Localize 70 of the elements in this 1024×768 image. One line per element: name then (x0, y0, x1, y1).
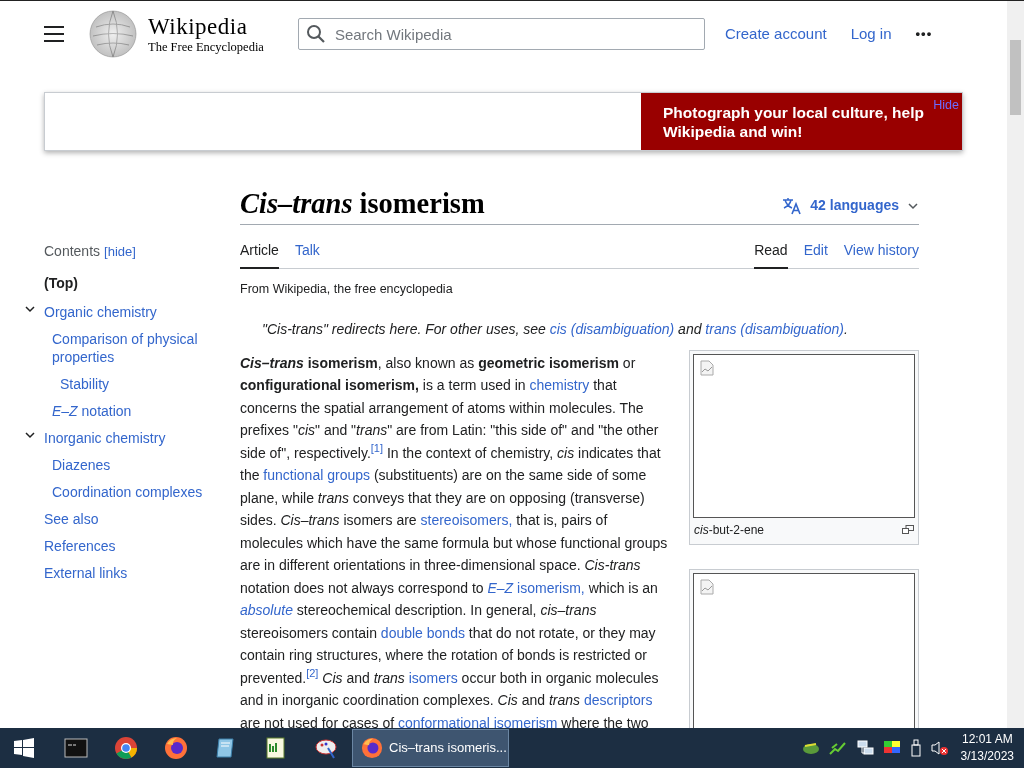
logo-tagline: The Free Encyclopedia (148, 40, 264, 54)
toc-item[interactable]: E–Z notation (52, 397, 212, 424)
article-title: Cis–trans isomerism (240, 187, 485, 221)
article-tab[interactable]: Article (240, 240, 279, 269)
clock-time[interactable]: 12:01 AM (961, 731, 1013, 748)
toc-item[interactable]: Coordination complexes (52, 478, 212, 505)
clock-date[interactable]: 3/13/2023 (960, 748, 1014, 765)
text-link[interactable]: stereoisomers, (420, 512, 513, 529)
signal-icon[interactable] (828, 740, 847, 756)
speaker-muted-icon[interactable] (930, 740, 949, 756)
header-link[interactable]: Create account (724, 22, 827, 46)
broken-image-icon (700, 359, 714, 376)
figure-caption: cis-but-2-ene (694, 521, 765, 539)
search-field[interactable]: Search Wikipedia (297, 18, 705, 50)
terminal-icon[interactable] (64, 736, 88, 760)
scrollbar[interactable] (1007, 1, 1024, 728)
text-link[interactable]: isomers (408, 669, 458, 686)
translate-icon (782, 196, 803, 215)
reference-link[interactable]: [1] (370, 442, 383, 455)
palette-icon[interactable] (314, 736, 338, 760)
firefox-icon[interactable] (164, 736, 188, 760)
network-globe-icon[interactable] (801, 740, 820, 756)
text-link[interactable]: chemistry (529, 377, 590, 394)
scrollbar-thumb[interactable] (1010, 40, 1021, 115)
toc-item[interactable]: Organic chemistry (44, 298, 157, 325)
article-tab[interactable]: Edit (803, 240, 828, 268)
search-icon (305, 24, 326, 44)
toc-item[interactable]: Diazenes (52, 451, 212, 478)
windows-start-icon[interactable] (14, 738, 34, 758)
text-link[interactable]: descriptors (584, 692, 653, 709)
toc-item[interactable]: (Top) (44, 269, 78, 296)
logo-wordmark[interactable]: Wikipedia (148, 14, 264, 38)
article-tab[interactable]: View history (843, 240, 919, 268)
header-link[interactable]: Log in (850, 22, 892, 46)
languages-button[interactable]: 42 languages (782, 195, 919, 216)
enlarge-icon[interactable] (902, 525, 914, 535)
chrome-icon[interactable] (114, 736, 138, 760)
more-menu-button[interactable]: ••• (915, 24, 933, 44)
article-paragraph: Cis–trans isomerism, also known as geometric isomerism or configurational isomerism, is a term used in chemistry that concerns the spatial arrangement of atoms within molecules. The prefixes "cis" and "trans" are from Latin: "this side of" and "the other side of", respectively.$^{[1]}$ In the context of chemistry, cis indicates that the functional groups (substituents) are on the same side of some plane, while trans conveys that they are on opposing (transverse) sides. Cis–trans isomers are stereoisomers, that is, pairs of molecules which have the same formula but whose functional groups are in different orientations in three-dimensional space. Cis-trans notation does not always correspond to E–Z isomerism, which is an absolute stereochemical description. In general, cis–trans stereoisomers contain double bonds that do not rotate, or they may contain ring structures, where the rotation of bonds is restricted or prevented.$^{[2]}$ Cis and trans isomers occur both in organic molecules and in inorganic coordination complexes. Cis and trans descriptors are not used for cases of conformational isomerism where the two (240, 353, 668, 728)
hide-toc-link[interactable]: [hide] (104, 242, 136, 262)
article-tab[interactable]: Talk (294, 240, 320, 268)
text-link[interactable]: E–Z isomerism, (487, 579, 585, 596)
banner-message[interactable]: Photograph your local culture, help Wikipedia and win! (663, 102, 931, 141)
taskbar-window-button[interactable]: Cis–trans isomeris... (352, 729, 509, 767)
menu-icon[interactable] (44, 26, 64, 42)
chevron-icon[interactable] (24, 429, 36, 441)
text-link[interactable]: cis (disambiguation) (549, 320, 675, 337)
chevron-icon[interactable] (24, 303, 36, 315)
hatnote: "Cis-trans" redirects here. For other uses, see cis (disambiguation) and trans (disambiguation). (261, 319, 849, 339)
toc-item[interactable]: Inorganic chemistry (44, 424, 166, 451)
article-tab[interactable]: Read (754, 240, 788, 269)
text-link[interactable]: absolute (240, 602, 293, 619)
notepad-icon[interactable] (264, 736, 288, 760)
tagline: From Wikipedia, the free encyclopedia (240, 281, 454, 298)
toc-item[interactable]: References (44, 532, 116, 559)
reference-link[interactable]: [2] (306, 667, 319, 680)
display-icon[interactable] (882, 740, 901, 756)
contents-heading: Contents (44, 242, 101, 261)
usb-drive-icon[interactable] (909, 739, 922, 757)
network-icon[interactable] (855, 740, 874, 756)
broken-image-icon (700, 578, 714, 595)
text-link[interactable]: conformational isomerism (398, 714, 558, 728)
toc-item[interactable]: External links (44, 559, 128, 586)
firefox-icon (361, 737, 383, 759)
toc-item[interactable]: Comparison of physical properties (52, 325, 212, 370)
toc-item[interactable]: Stability (60, 370, 220, 397)
toc-item[interactable]: See also (44, 505, 99, 532)
text-link[interactable]: double bonds (380, 624, 465, 641)
text-link[interactable]: trans (disambiguation) (705, 320, 844, 337)
text-link[interactable]: functional groups (263, 467, 370, 484)
